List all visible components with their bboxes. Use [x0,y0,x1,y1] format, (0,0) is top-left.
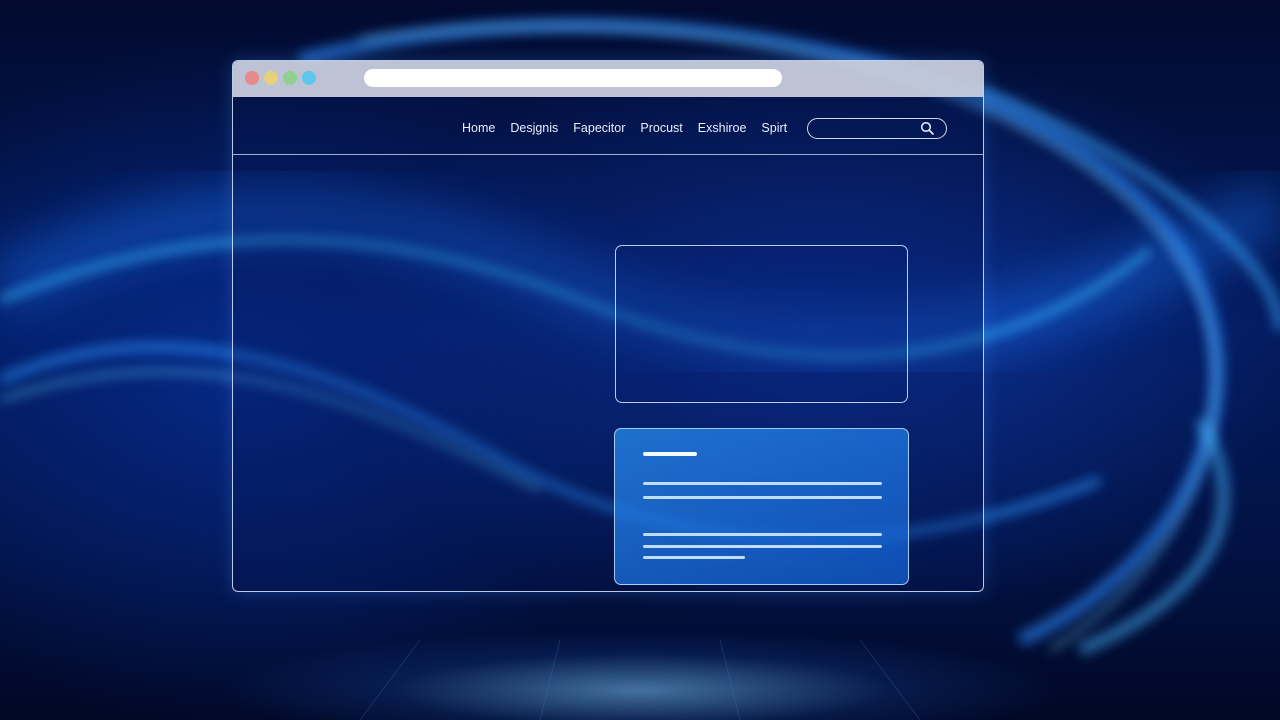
address-bar[interactable] [364,69,782,87]
search-input[interactable] [807,118,947,139]
browser-window: Home Desjgnis Fapecitor Procust Exshiroe… [232,60,984,592]
text-placeholder-line [643,533,882,536]
maximize-button[interactable] [283,71,297,85]
window-control-extra[interactable] [302,71,316,85]
text-placeholder-line [643,482,882,485]
nav-link-5[interactable]: Exshiroe [698,121,747,135]
search-icon[interactable] [920,121,934,135]
close-button[interactable] [245,71,259,85]
nav-link-4[interactable]: Procust [640,121,682,135]
text-placeholder-line [643,545,882,548]
nav-link-3[interactable]: Fapecitor [573,121,625,135]
nav-link-2[interactable]: Desjgnis [510,121,558,135]
nav-links: Home Desjgnis Fapecitor Procust Exshiroe… [462,121,802,135]
nav-bar: Home Desjgnis Fapecitor Procust Exshiroe… [233,97,983,155]
text-placeholder-line [643,496,882,499]
title-bar [233,61,983,97]
content-placeholder-panel [615,245,908,403]
nav-link-6[interactable]: Spirt [761,121,787,135]
minimize-button[interactable] [264,71,278,85]
text-card [614,428,909,585]
text-placeholder-heading [643,452,697,456]
text-placeholder-line [643,556,745,559]
nav-link-home[interactable]: Home [462,121,495,135]
